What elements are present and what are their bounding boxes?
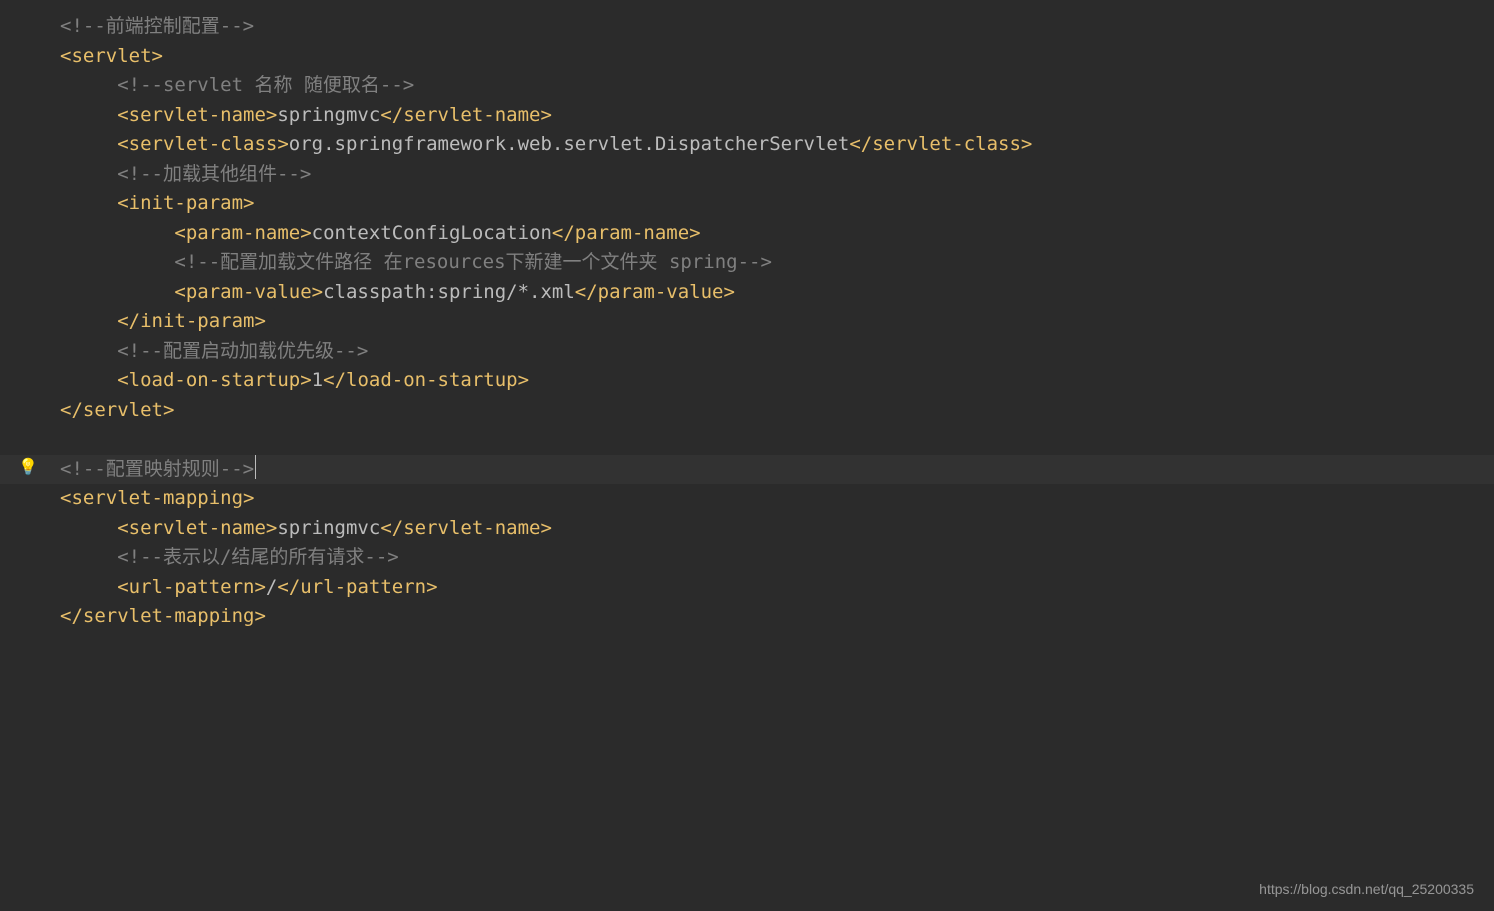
code-line[interactable] — [0, 425, 1494, 455]
xml-comment: <!--表示以/结尾的所有请求--> — [117, 546, 399, 568]
xml-tag: </servlet-class> — [849, 133, 1032, 155]
xml-text: classpath:spring/*.xml — [323, 281, 575, 303]
xml-tag: <load-on-startup> — [117, 369, 311, 391]
xml-tag: </url-pattern> — [277, 576, 437, 598]
xml-tag: </servlet> — [60, 399, 174, 421]
xml-text: / — [266, 576, 277, 598]
xml-tag: <servlet> — [60, 45, 163, 67]
xml-tag: <servlet-class> — [117, 133, 289, 155]
xml-tag: <url-pattern> — [117, 576, 266, 598]
xml-tag: <init-param> — [117, 192, 254, 214]
xml-text: 1 — [312, 369, 323, 391]
code-line[interactable]: <param-value>classpath:spring/*.xml</par… — [0, 278, 1494, 308]
code-line[interactable]: <!--servlet 名称 随便取名--> — [0, 71, 1494, 101]
watermark-text: https://blog.csdn.net/qq_25200335 — [1259, 879, 1474, 901]
code-line[interactable]: <servlet-name>springmvc</servlet-name> — [0, 101, 1494, 131]
code-line[interactable]: <!--加载其他组件--> — [0, 160, 1494, 190]
code-line[interactable]: </servlet> — [0, 396, 1494, 426]
code-line[interactable]: <servlet-class>org.springframework.web.s… — [0, 130, 1494, 160]
xml-comment: <!--servlet 名称 随便取名--> — [117, 74, 414, 96]
xml-text: org.springframework.web.servlet.Dispatch… — [289, 133, 850, 155]
code-line[interactable]: <param-name>contextConfigLocation</param… — [0, 219, 1494, 249]
text-caret — [255, 455, 256, 479]
xml-tag: <param-name> — [174, 222, 311, 244]
xml-tag: </servlet-name> — [380, 104, 552, 126]
code-line[interactable]: <servlet> — [0, 42, 1494, 72]
xml-tag: </init-param> — [117, 310, 266, 332]
xml-tag: </servlet-name> — [380, 517, 552, 539]
xml-comment: <!--配置启动加载优先级--> — [117, 340, 368, 362]
code-line[interactable]: <!--前端控制配置--> — [0, 12, 1494, 42]
code-line[interactable]: <!--配置加载文件路径 在resources下新建一个文件夹 spring--… — [0, 248, 1494, 278]
lightbulb-icon[interactable]: 💡 — [18, 455, 38, 480]
xml-comment: <!--加载其他组件--> — [117, 163, 311, 185]
xml-tag: <param-value> — [174, 281, 323, 303]
xml-text: springmvc — [277, 517, 380, 539]
xml-tag: </servlet-mapping> — [60, 605, 266, 627]
xml-tag: </param-value> — [575, 281, 735, 303]
xml-tag: </load-on-startup> — [323, 369, 529, 391]
code-line[interactable]: <url-pattern>/</url-pattern> — [0, 573, 1494, 603]
xml-comment: <!--前端控制配置--> — [60, 15, 254, 37]
code-line[interactable]: </servlet-mapping> — [0, 602, 1494, 632]
code-line[interactable]: <servlet-mapping> — [0, 484, 1494, 514]
code-line[interactable]: <!--表示以/结尾的所有请求--> — [0, 543, 1494, 573]
code-line[interactable]: <load-on-startup>1</load-on-startup> — [0, 366, 1494, 396]
code-line-active[interactable]: 💡 <!--配置映射规则--> — [0, 455, 1494, 485]
xml-comment: <!--配置加载文件路径 在resources下新建一个文件夹 spring--… — [174, 251, 772, 273]
xml-text: contextConfigLocation — [312, 222, 552, 244]
code-line[interactable]: <init-param> — [0, 189, 1494, 219]
xml-text: springmvc — [277, 104, 380, 126]
code-line[interactable]: <servlet-name>springmvc</servlet-name> — [0, 514, 1494, 544]
xml-tag: </param-name> — [552, 222, 701, 244]
code-editor[interactable]: <!--前端控制配置--> <servlet> <!--servlet 名称 随… — [0, 0, 1494, 632]
xml-tag: <servlet-name> — [117, 517, 277, 539]
xml-comment: <!--配置映射规则--> — [60, 458, 254, 480]
code-line[interactable]: </init-param> — [0, 307, 1494, 337]
code-line[interactable]: <!--配置启动加载优先级--> — [0, 337, 1494, 367]
xml-tag: <servlet-name> — [117, 104, 277, 126]
xml-tag: <servlet-mapping> — [60, 487, 254, 509]
